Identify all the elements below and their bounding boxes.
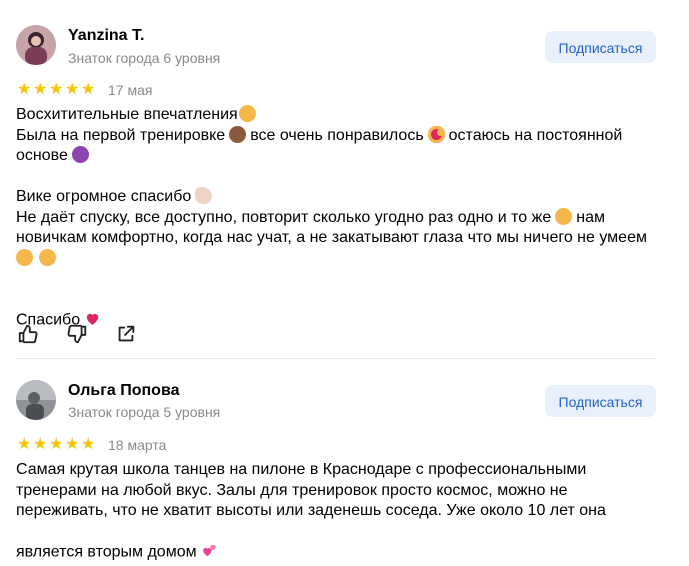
author-level: Знаток города 6 уровня	[68, 50, 221, 66]
review-text-line: остаюсь на постоянной	[448, 126, 623, 144]
hugging-face-emoji-icon	[238, 105, 256, 122]
smiling-face-emoji-icon	[39, 248, 56, 266]
review-text-body: Самая крутая школа танцев на пилоне в Кр…	[16, 461, 606, 560]
review-actions	[17, 323, 137, 345]
star-icon: ★	[49, 81, 64, 98]
review-card: Yanzina T. Знаток города 6 уровня Подпис…	[0, 0, 689, 360]
pleading-face-emoji-icon	[16, 248, 33, 266]
review-card: Ольга Попова Знаток города 5 уровня Подп…	[0, 360, 689, 560]
rating-stars: ★ ★ ★ ★ ★	[17, 81, 96, 98]
star-icon: ★	[33, 436, 48, 453]
review-text: Восхитительные впечатления Была на перво…	[16, 105, 656, 331]
review-text-line: новичкам комфортно, когда нас учат, а не…	[16, 229, 647, 246]
see-no-evil-monkey-emoji-icon	[229, 125, 247, 143]
star-icon: ★	[65, 436, 80, 453]
review-date: 18 марта	[108, 437, 167, 453]
star-icon: ★	[17, 81, 32, 98]
review-text-line: Вике огромное спасибо	[16, 188, 192, 205]
star-icon: ★	[65, 81, 80, 98]
star-icon: ★	[81, 436, 96, 453]
review-text-line: Не даёт спуску, все доступно, повторит с…	[16, 208, 552, 226]
grinning-squinting-emoji-icon	[555, 207, 573, 225]
star-icon: ★	[17, 436, 32, 453]
dislike-icon[interactable]	[66, 323, 88, 345]
author-name[interactable]: Ольга Попова	[68, 382, 179, 400]
review-date: 17 мая	[108, 82, 153, 98]
review-text-line: нам	[576, 208, 605, 226]
review-text: Самая крутая школа танцев на пилоне в Кр…	[16, 460, 656, 563]
flexed-biceps-emoji-icon	[195, 187, 213, 204]
review-text-line: все очень понравилось	[250, 126, 424, 144]
avatar[interactable]	[16, 380, 56, 420]
two-hearts-emoji-icon	[201, 522, 218, 557]
heart-eyes-emoji-icon	[427, 125, 445, 143]
author-level: Знаток города 5 уровня	[68, 404, 221, 420]
red-heart-emoji-icon	[84, 290, 101, 325]
subscribe-button[interactable]: Подписаться	[545, 31, 656, 63]
share-icon[interactable]	[115, 323, 137, 345]
review-text-line: Была на первой тренировке	[16, 126, 226, 144]
author-name[interactable]: Yanzina T.	[68, 27, 144, 45]
star-icon: ★	[49, 436, 64, 453]
rating-stars: ★ ★ ★ ★ ★	[17, 436, 96, 453]
review-text-line: Восхитительные впечатления	[16, 106, 238, 123]
like-icon[interactable]	[17, 323, 39, 345]
smiling-imp-emoji-icon	[71, 146, 89, 163]
subscribe-button[interactable]: Подписаться	[545, 385, 656, 417]
divider	[16, 358, 656, 359]
review-text-line: основе	[16, 147, 68, 164]
star-icon: ★	[81, 81, 96, 98]
star-icon: ★	[33, 81, 48, 98]
avatar[interactable]	[16, 25, 56, 65]
